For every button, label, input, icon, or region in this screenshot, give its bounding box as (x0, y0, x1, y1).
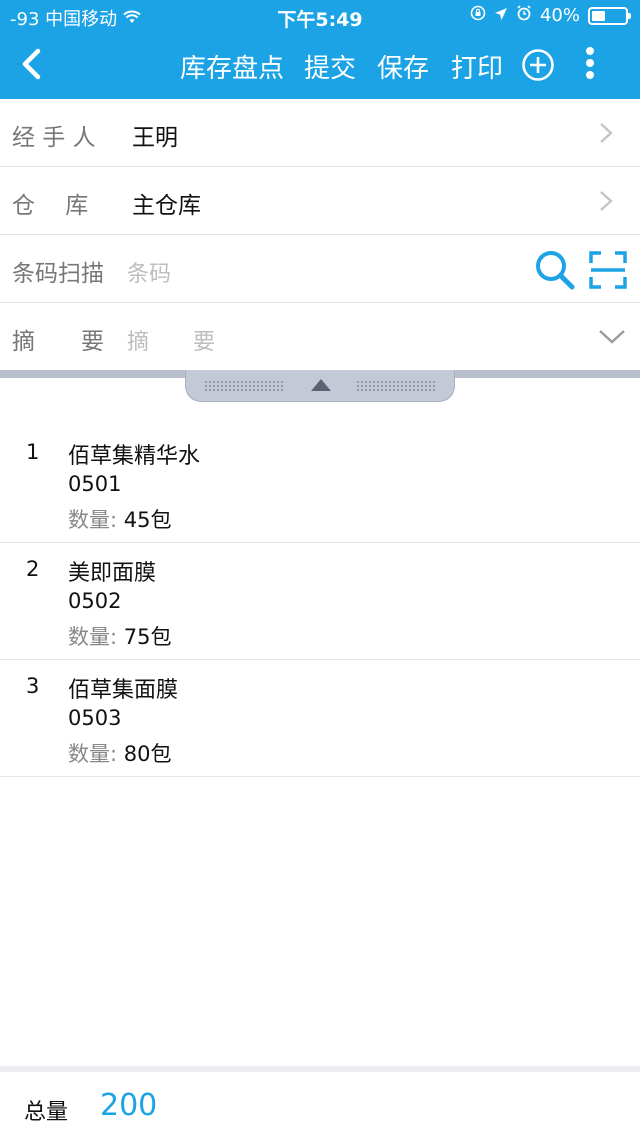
total-label: 总量 (24, 1100, 69, 1125)
search-icon (536, 251, 575, 290)
nav-bar: 库存盘点 提交 保存 打印 (0, 32, 640, 99)
chevron-left-icon (22, 48, 41, 80)
list-item[interactable]: 3 佰草集面膜 0503 数量: 80包 (0, 660, 640, 777)
item-code: 0501 (68, 472, 122, 496)
chevron-down-icon[interactable] (598, 327, 626, 347)
warehouse-row[interactable]: 仓 库 主仓库 (0, 167, 640, 235)
total-value: 200 (100, 1088, 158, 1123)
grip-texture (356, 380, 436, 392)
lock-rotation-icon (470, 5, 486, 26)
chevron-right-icon (600, 191, 613, 211)
item-index: 1 (26, 440, 40, 464)
scan-icon (589, 251, 627, 289)
chevron-right-icon (600, 123, 613, 143)
item-name: 佰草集面膜 (68, 678, 179, 703)
handler-row[interactable]: 经 手 人 王明 (0, 99, 640, 167)
submit-button[interactable]: 提交 (304, 48, 356, 85)
form: 经 手 人 王明 仓 库 主仓库 条码扫描 条码 摘 要 摘 要 (0, 99, 640, 371)
item-index: 3 (26, 674, 40, 698)
item-quantity: 数量: 75包 (68, 621, 172, 651)
summary-input[interactable]: 摘 要 (127, 324, 215, 356)
plus-circle-icon (522, 49, 554, 81)
list-item[interactable]: 1 佰草集精华水 0501 数量: 45包 (0, 426, 640, 543)
scan-button[interactable] (588, 250, 628, 290)
more-vertical-icon (586, 47, 594, 79)
quantity-value: 80包 (123, 742, 172, 766)
item-index: 2 (26, 557, 40, 581)
print-button[interactable]: 打印 (451, 48, 503, 85)
collapse-handle[interactable] (185, 370, 455, 402)
alarm-icon (516, 5, 532, 26)
save-button[interactable]: 保存 (377, 48, 429, 85)
header: -93 中国移动 下午5:49 40% 库存盘点 提交 保存 打印 (0, 0, 640, 99)
item-code: 0502 (68, 589, 122, 613)
item-quantity: 数量: 45包 (68, 504, 172, 534)
handler-value: 王明 (132, 125, 178, 151)
item-code: 0503 (68, 706, 122, 730)
handler-label: 经 手 人 (12, 125, 96, 151)
warehouse-label: 仓 库 (12, 193, 89, 219)
location-icon (494, 5, 508, 26)
back-button[interactable] (14, 46, 50, 82)
total-footer: 总量 200 (0, 1066, 640, 1138)
item-name: 佰草集精华水 (68, 444, 201, 469)
quantity-label: 数量: (68, 742, 118, 766)
grip-texture (204, 380, 284, 392)
battery-icon (588, 6, 631, 25)
barcode-input[interactable]: 条码 (127, 256, 171, 288)
barcode-label: 条码扫描 (12, 261, 104, 287)
item-list: 1 佰草集精华水 0501 数量: 45包 2 美即面膜 0502 数量: 75… (0, 426, 640, 777)
barcode-row: 条码扫描 条码 (0, 235, 640, 303)
battery-percent: 40% (539, 5, 580, 26)
status-bar: -93 中国移动 下午5:49 40% (0, 0, 640, 32)
quantity-value: 45包 (123, 508, 172, 532)
quantity-value: 75包 (123, 625, 172, 649)
summary-row[interactable]: 摘 要 摘 要 (0, 303, 640, 371)
item-quantity: 数量: 80包 (68, 738, 172, 768)
list-item[interactable]: 2 美即面膜 0502 数量: 75包 (0, 543, 640, 660)
page-title: 库存盘点 (180, 54, 285, 84)
summary-label: 摘 要 (12, 329, 104, 355)
quantity-label: 数量: (68, 625, 118, 649)
collapse-up-icon (311, 379, 331, 391)
status-right: 40% (470, 5, 631, 26)
search-button[interactable] (533, 248, 577, 292)
warehouse-value: 主仓库 (132, 193, 201, 219)
item-name: 美即面膜 (68, 561, 157, 586)
quantity-label: 数量: (68, 508, 118, 532)
add-button[interactable] (521, 48, 555, 82)
battery-fill (592, 10, 605, 21)
more-button[interactable] (578, 44, 602, 84)
